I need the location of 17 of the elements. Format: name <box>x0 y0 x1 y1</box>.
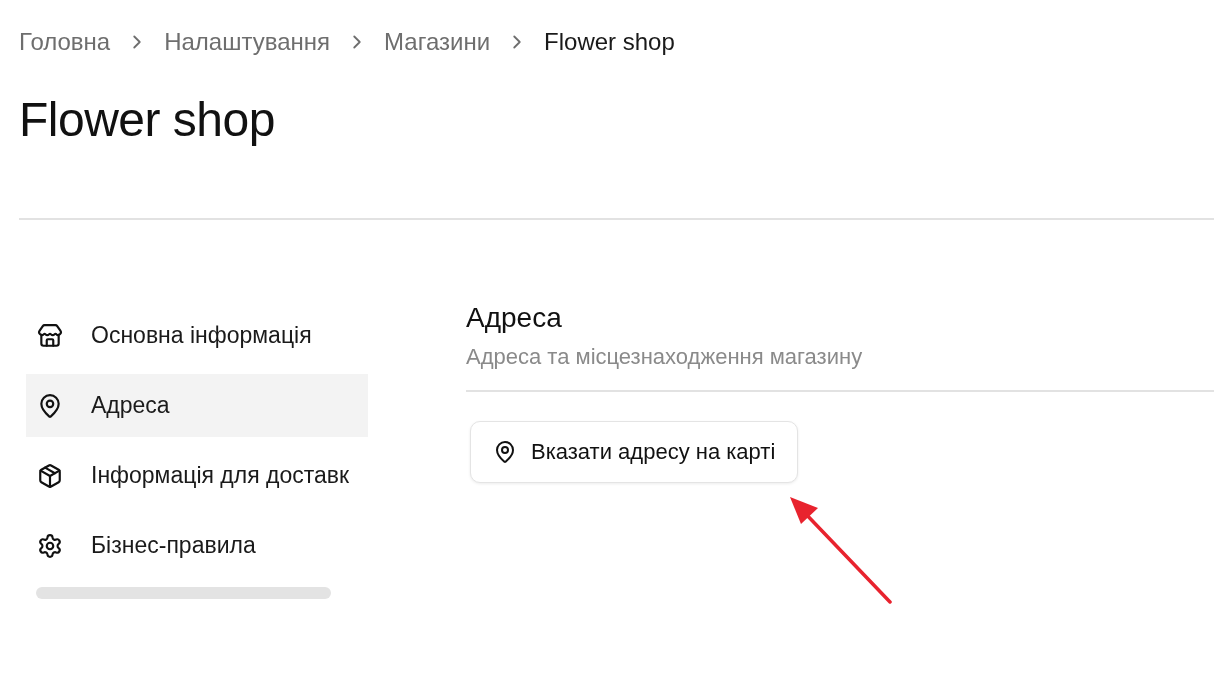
page-title: Flower shop <box>19 92 276 148</box>
settings-icon <box>37 532 63 559</box>
store-icon <box>37 322 63 349</box>
map-pin-icon <box>493 440 517 464</box>
map-pin-icon <box>37 392 63 419</box>
map-address-button[interactable]: Вказати адресу на карті <box>470 421 799 483</box>
section-subtitle: Адреса та місцезнаходження магазину <box>466 343 864 371</box>
breadcrumb-link[interactable]: Магазини <box>384 27 491 57</box>
scrollbar[interactable] <box>36 587 331 599</box>
section-title: Адреса <box>466 301 563 335</box>
sidebar-item[interactable]: Основна інформація <box>26 304 368 367</box>
sidebar-item[interactable]: Бізнес-правила <box>26 514 368 577</box>
sidebar-item[interactable]: Адреса <box>26 374 368 437</box>
sidebar-item[interactable]: Інформація для доставк <box>26 444 368 507</box>
breadcrumb-link[interactable]: Налаштування <box>164 27 331 57</box>
box-icon <box>37 462 63 489</box>
breadcrumb-link[interactable]: Головна <box>19 27 111 57</box>
